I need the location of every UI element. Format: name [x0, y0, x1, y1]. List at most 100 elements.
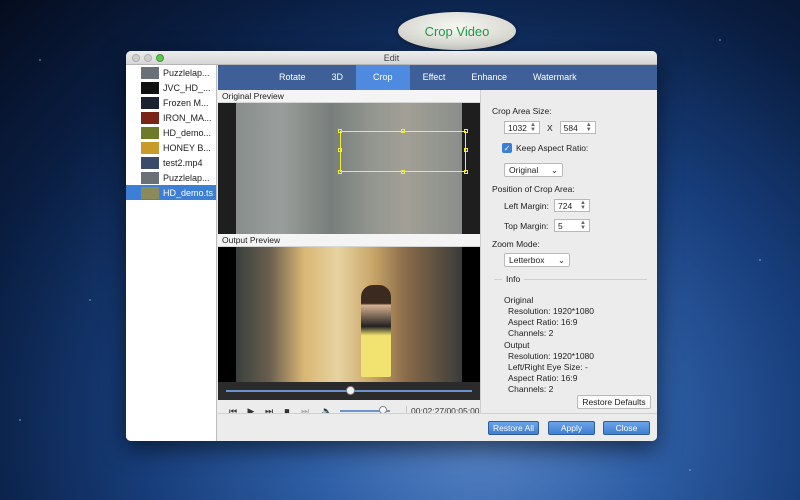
aspect-ratio-select[interactable]: Original ⌄: [504, 163, 563, 177]
top-margin-label: Top Margin:: [504, 220, 549, 231]
file-thumbnail: [141, 126, 159, 139]
dimension-separator: X: [547, 122, 553, 133]
restore-defaults-button[interactable]: Restore Defaults: [577, 395, 651, 409]
apply-button[interactable]: Apply: [548, 421, 595, 435]
crop-handle[interactable]: [464, 170, 468, 174]
left-margin-label: Left Margin:: [504, 200, 549, 211]
info-original-channels: Channels: 2: [508, 328, 554, 338]
zoom-mode-select[interactable]: Letterbox ⌄: [504, 253, 570, 267]
file-name: IRON_MA...: [163, 112, 212, 123]
file-name: HONEY B...: [163, 142, 211, 153]
info-output-resolution: Resolution: 1920*1080: [508, 351, 595, 361]
file-list-item[interactable]: HD_demo.ts: [126, 185, 216, 200]
stepper-icon[interactable]: ▲ ▼: [586, 122, 592, 133]
dialog-footer: Restore All Apply Close: [218, 413, 657, 441]
zoom-window-button[interactable]: [156, 54, 164, 62]
file-list-item[interactable]: Puzzlelap...: [126, 65, 216, 80]
keep-aspect-label: Keep Aspect Ratio:: [516, 143, 589, 153]
video-subject: [361, 285, 391, 377]
stepper-icon[interactable]: ▲ ▼: [580, 200, 586, 211]
info-original-resolution: Resolution: 1920*1080: [508, 306, 595, 316]
position-label: Position of Crop Area:: [492, 184, 575, 194]
file-name: HD_demo.ts: [163, 187, 214, 198]
file-thumbnail: [141, 96, 159, 109]
info-title: Info: [502, 274, 525, 284]
info-original-aspect: Aspect Ratio: 16:9: [508, 317, 578, 327]
tab-3d[interactable]: 3D: [319, 65, 357, 90]
file-name: HD_demo...: [163, 127, 212, 138]
file-list-item[interactable]: Puzzlelap...: [126, 170, 216, 185]
tab-watermark[interactable]: Watermark: [520, 65, 590, 90]
seek-bar[interactable]: [218, 382, 480, 400]
volume-slider[interactable]: [340, 406, 390, 414]
crop-handle[interactable]: [401, 129, 405, 133]
info-original-title: Original: [504, 295, 534, 305]
crop-handle[interactable]: [401, 170, 405, 174]
left-margin-value: 724: [558, 200, 573, 211]
file-list-item[interactable]: IRON_MA...: [126, 110, 216, 125]
preview-panel: Original Preview Output Preview ⏮ ▶ ⏭ ■ …: [218, 90, 481, 422]
close-window-button[interactable]: [132, 54, 140, 62]
restore-all-button[interactable]: Restore All: [488, 421, 539, 435]
edit-tabs: Rotate 3D Crop Effect Enhance Watermark: [218, 65, 657, 90]
info-output-title: Output: [504, 340, 530, 350]
top-margin-value: 5: [558, 220, 563, 231]
file-list-item[interactable]: HONEY B...: [126, 140, 216, 155]
aspect-ratio-value: Original: [509, 165, 539, 175]
file-thumbnail: [141, 66, 159, 79]
stepper-icon[interactable]: ▲ ▼: [580, 220, 586, 231]
zoom-mode-label: Zoom Mode:: [492, 239, 540, 249]
crop-handle[interactable]: [464, 148, 468, 152]
crop-handle[interactable]: [338, 148, 342, 152]
minimize-window-button[interactable]: [144, 54, 152, 62]
original-preview-label: Original Preview: [218, 90, 480, 103]
file-thumbnail: [141, 171, 159, 184]
crop-frame[interactable]: [338, 129, 468, 174]
tab-enhance[interactable]: Enhance: [458, 65, 520, 90]
output-video-frame: [236, 247, 462, 382]
crop-width-input[interactable]: 1032 ▲ ▼: [504, 121, 540, 134]
info-output-aspect: Aspect Ratio: 16:9: [508, 373, 578, 383]
crop-handle[interactable]: [464, 129, 468, 133]
zoom-mode-value: Letterbox: [509, 255, 545, 265]
crop-height-input[interactable]: 584 ▲ ▼: [559, 121, 596, 134]
file-name: Puzzlelap...: [163, 67, 210, 78]
crop-width-value: 1032: [508, 122, 527, 133]
file-list-item[interactable]: JVC_HD_...: [126, 80, 216, 95]
stepper-icon[interactable]: ▲ ▼: [530, 122, 536, 133]
file-list: Puzzlelap... JVC_HD_... Frozen M... IRON_MA…: [126, 65, 217, 441]
file-name: Puzzlelap...: [163, 172, 210, 183]
output-preview-video: [218, 247, 480, 382]
callout-bubble: Crop Video: [398, 12, 516, 50]
info-output-eye-size: Left/Right Eye Size: -: [508, 362, 588, 372]
keep-aspect-checkbox[interactable]: ✓: [502, 143, 512, 153]
chevron-down-icon: ⌄: [557, 254, 565, 265]
file-list-item[interactable]: test2.mp4: [126, 155, 216, 170]
crop-handle[interactable]: [338, 170, 342, 174]
title-bar: Edit: [126, 51, 657, 65]
crop-height-value: 584: [563, 122, 578, 133]
tab-crop[interactable]: Crop: [356, 65, 410, 90]
original-preview-video: [218, 103, 480, 234]
tab-rotate[interactable]: Rotate: [266, 65, 319, 90]
seek-knob[interactable]: [345, 386, 355, 395]
top-margin-input[interactable]: 5 ▲ ▼: [554, 219, 590, 232]
left-margin-input[interactable]: 724 ▲ ▼: [554, 199, 590, 212]
file-thumbnail: [141, 111, 159, 124]
file-name: JVC_HD_...: [163, 82, 211, 93]
close-button[interactable]: Close: [603, 421, 650, 435]
window-title: Edit: [383, 53, 400, 63]
file-thumbnail: [141, 156, 159, 169]
output-preview-label: Output Preview: [218, 234, 480, 247]
file-list-item[interactable]: Frozen M...: [126, 95, 216, 110]
tab-effect[interactable]: Effect: [410, 65, 459, 90]
crop-handle[interactable]: [338, 129, 342, 133]
file-name: test2.mp4: [163, 157, 203, 168]
crop-area-size-label: Crop Area Size:: [492, 106, 552, 116]
file-list-item[interactable]: HD_demo...: [126, 125, 216, 140]
file-thumbnail: [141, 81, 159, 94]
original-video-frame: [236, 103, 468, 234]
callout-text: Crop Video: [424, 23, 490, 39]
file-thumbnail: [141, 141, 159, 154]
edit-window: Edit Puzzlelap... JVC_HD_... Frozen M... IR…: [126, 51, 657, 441]
